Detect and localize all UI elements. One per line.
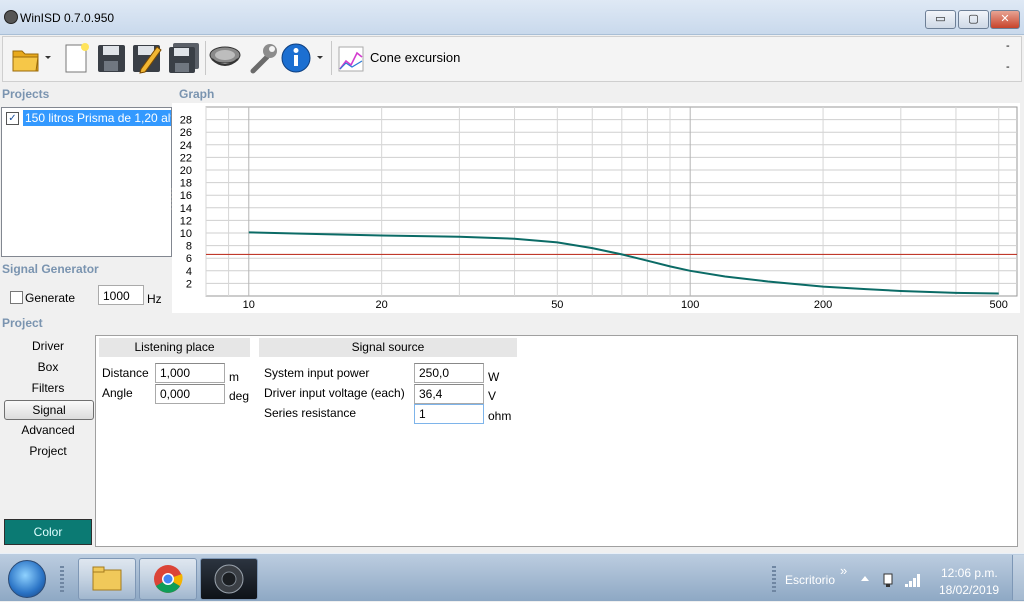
folder-icon	[92, 566, 122, 591]
system-power-unit: W	[488, 370, 500, 384]
clock-date[interactable]: 18/02/2019	[939, 583, 999, 597]
show-desktop-button[interactable]	[1012, 555, 1024, 600]
x-tick-label: 200	[814, 299, 832, 311]
y-tick-label: 22	[180, 152, 192, 164]
nav-project[interactable]: Project	[4, 442, 92, 460]
explorer-taskbar-button[interactable]	[78, 558, 136, 600]
nav-advanced[interactable]: Advanced	[4, 421, 92, 439]
start-button[interactable]	[8, 560, 46, 598]
y-tick-label: 4	[186, 266, 192, 278]
x-tick-label: 500	[990, 299, 1008, 311]
tray-chevron-icon[interactable]: »	[840, 563, 847, 578]
power-plug-icon[interactable]	[880, 572, 896, 588]
frequency-unit: Hz	[147, 292, 162, 306]
x-tick-label: 20	[376, 299, 388, 311]
y-tick-label: 2	[186, 278, 192, 290]
nav-signal[interactable]: Signal	[4, 400, 94, 420]
angle-label: Angle	[102, 386, 133, 400]
series-resistance-unit: ohm	[488, 409, 512, 423]
y-tick-label: 18	[180, 178, 192, 190]
generate-checkbox[interactable]	[10, 291, 23, 304]
distance-input[interactable]: 1,000	[155, 363, 225, 383]
distance-label: Distance	[102, 366, 149, 380]
driver-voltage-label: Driver input voltage (each)	[264, 386, 405, 400]
angle-input[interactable]: 0,000	[155, 384, 225, 404]
driver-voltage-input[interactable]: 36,4	[414, 384, 484, 404]
signal-generator-header: Signal Generator	[2, 262, 99, 276]
y-tick-label: 8	[186, 241, 192, 253]
signal-source-header: Signal source	[259, 338, 517, 357]
nav-box[interactable]: Box	[4, 358, 92, 376]
project-section-header: Project	[2, 316, 43, 330]
desktop-toolbar-label[interactable]: Escritorio	[785, 573, 835, 587]
clock-time[interactable]: 12:06 p.m.	[941, 566, 998, 580]
chrome-taskbar-button[interactable]	[139, 558, 197, 600]
color-button[interactable]: Color	[4, 519, 92, 545]
tray-grip	[772, 566, 776, 594]
y-tick-label: 28	[180, 115, 192, 127]
y-tick-label: 14	[180, 203, 192, 215]
angle-unit: deg	[229, 389, 250, 403]
y-tick-label: 6	[186, 253, 192, 265]
y-tick-label: 24	[180, 140, 192, 152]
y-tick-label: 16	[180, 190, 192, 202]
series-resistance-input[interactable]: 1	[414, 404, 484, 424]
x-tick-label: 100	[681, 299, 699, 311]
speaker-icon	[214, 564, 244, 594]
driver-voltage-unit: V	[488, 389, 497, 403]
listening-place-header: Listening place	[99, 338, 250, 357]
nav-filters[interactable]: Filters	[4, 379, 92, 397]
y-tick-label: 10	[180, 228, 192, 240]
y-tick-label: 12	[180, 215, 192, 227]
y-tick-label: 26	[180, 127, 192, 139]
x-tick-label: 50	[551, 299, 563, 311]
system-power-input[interactable]: 250,0	[414, 363, 484, 383]
taskbar-grip	[60, 566, 64, 594]
generate-label: Generate	[25, 291, 76, 305]
nav-driver[interactable]: Driver	[4, 337, 92, 355]
show-hidden-icons-icon[interactable]	[860, 574, 870, 582]
signal-panel	[95, 335, 1018, 547]
plot-background	[205, 106, 1018, 297]
frequency-input[interactable]: 1000	[98, 285, 144, 305]
series-resistance-label: Series resistance	[264, 406, 357, 420]
y-tick-label: 20	[180, 165, 192, 177]
signal-strength-icon[interactable]	[904, 572, 922, 588]
chrome-icon	[154, 565, 183, 593]
system-power-label: System input power	[264, 366, 370, 380]
x-tick-label: 10	[243, 299, 255, 311]
winisd-taskbar-button[interactable]	[200, 558, 258, 600]
distance-unit: m	[229, 370, 239, 384]
cone-excursion-chart: 24681012141618202224262810 20 50 100 200 500	[180, 106, 1018, 311]
